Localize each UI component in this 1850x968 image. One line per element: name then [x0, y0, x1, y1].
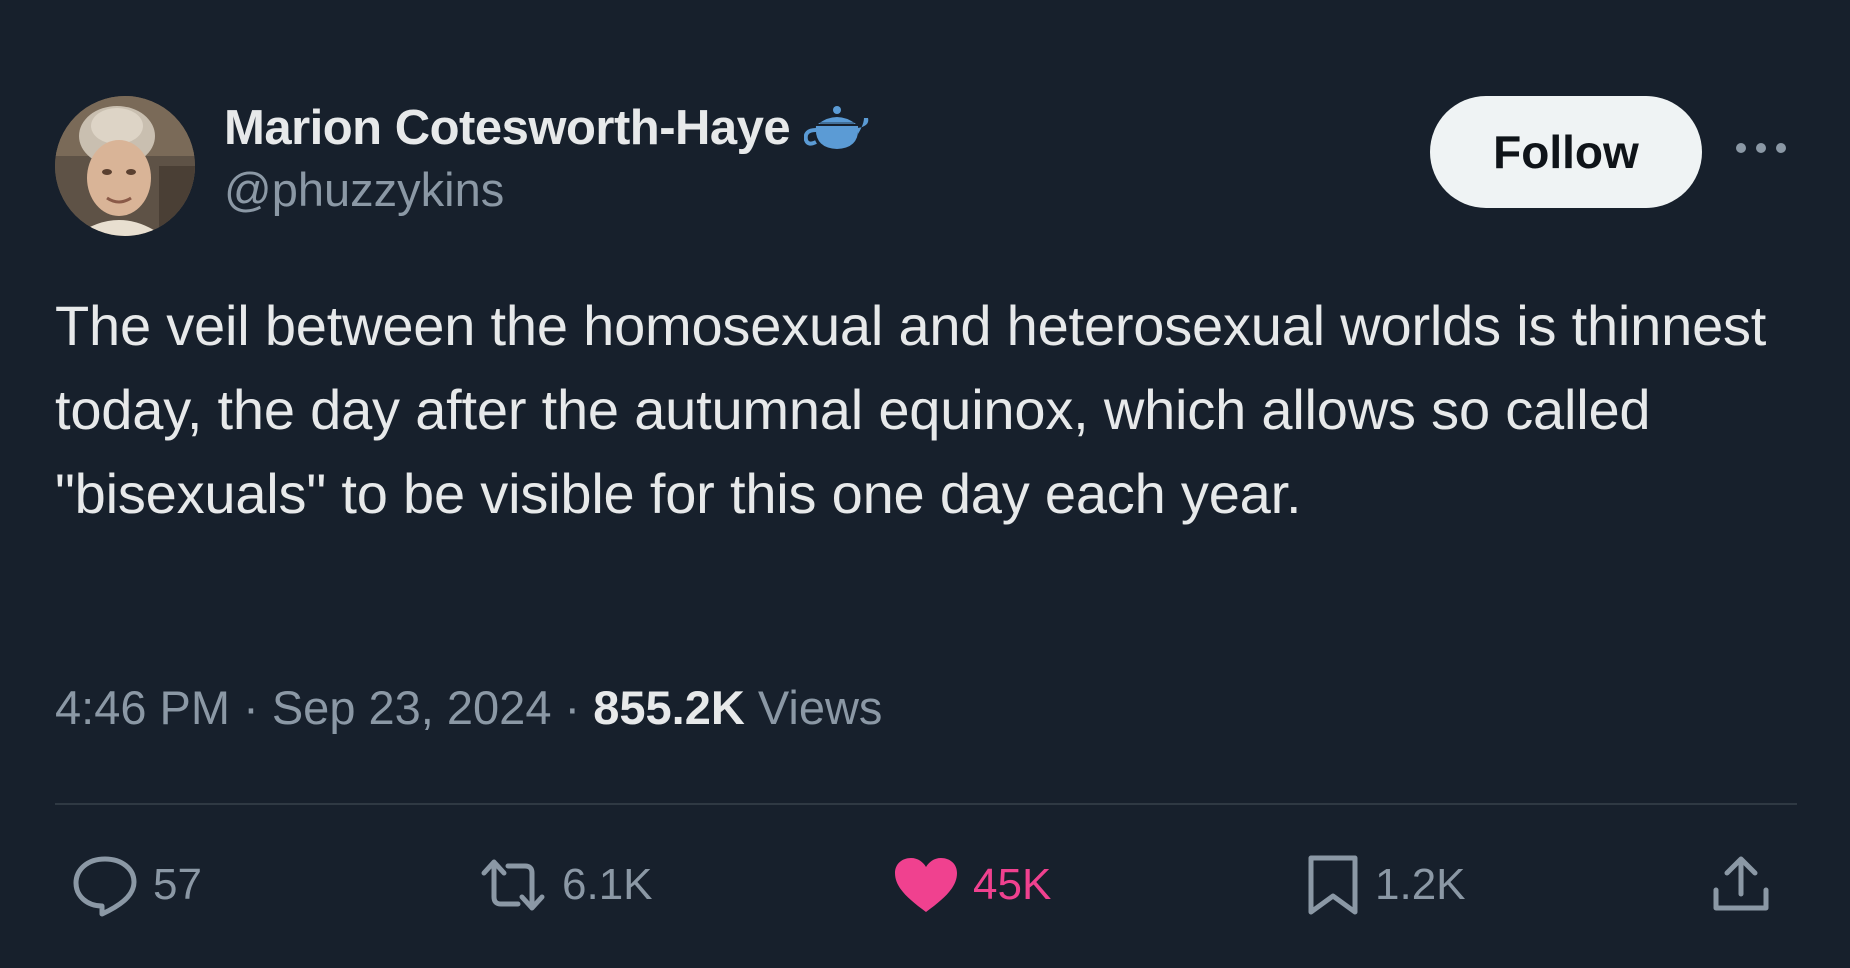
like-button[interactable]: 45K: [893, 850, 1051, 920]
tweet-time[interactable]: 4:46 PM: [55, 681, 230, 734]
teapot-icon: [803, 104, 870, 152]
reply-button[interactable]: 57: [71, 850, 202, 920]
avatar-image: [55, 96, 195, 236]
tweet-card: Marion Cotesworth-Haye @phuzzykins Follo…: [0, 0, 1850, 968]
share-button[interactable]: [1710, 850, 1772, 920]
heart-icon: [895, 858, 957, 912]
avatar[interactable]: [55, 96, 195, 236]
meta-separator: ·: [243, 681, 259, 734]
reply-icon: [73, 856, 137, 917]
user-info: Marion Cotesworth-Haye @phuzzykins: [224, 100, 870, 217]
share-icon: [1713, 856, 1769, 911]
tweet-meta: 4:46 PM · Sep 23, 2024 · 855.2K Views: [55, 680, 882, 735]
follow-button[interactable]: Follow: [1430, 96, 1702, 208]
display-name[interactable]: Marion Cotesworth-Haye: [224, 100, 791, 156]
repost-button[interactable]: 6.1K: [478, 850, 653, 920]
like-count: 45K: [973, 860, 1052, 909]
reply-count: 57: [153, 860, 202, 909]
more-options-icon[interactable]: [1733, 136, 1789, 160]
bookmark-button[interactable]: 1.2K: [1305, 850, 1466, 920]
meta-separator: ·: [564, 681, 581, 734]
tweet-date[interactable]: Sep 23, 2024: [272, 681, 552, 734]
views-label: Views: [757, 681, 883, 734]
tweet-header: Marion Cotesworth-Haye @phuzzykins Follo…: [55, 96, 1795, 236]
divider: [55, 803, 1797, 805]
tweet-text: The veil between the homosexual and hete…: [55, 294, 1767, 525]
repost-count: 6.1K: [562, 860, 653, 909]
repost-icon: [481, 859, 545, 911]
bookmark-count: 1.2K: [1375, 860, 1466, 909]
display-name-row: Marion Cotesworth-Haye: [224, 100, 870, 156]
views-count: 855.2K: [593, 681, 745, 734]
action-bar: 57 6.1K 45K 1.2K: [55, 850, 1795, 920]
bookmark-icon: [1308, 855, 1358, 915]
user-handle[interactable]: @phuzzykins: [224, 162, 870, 217]
